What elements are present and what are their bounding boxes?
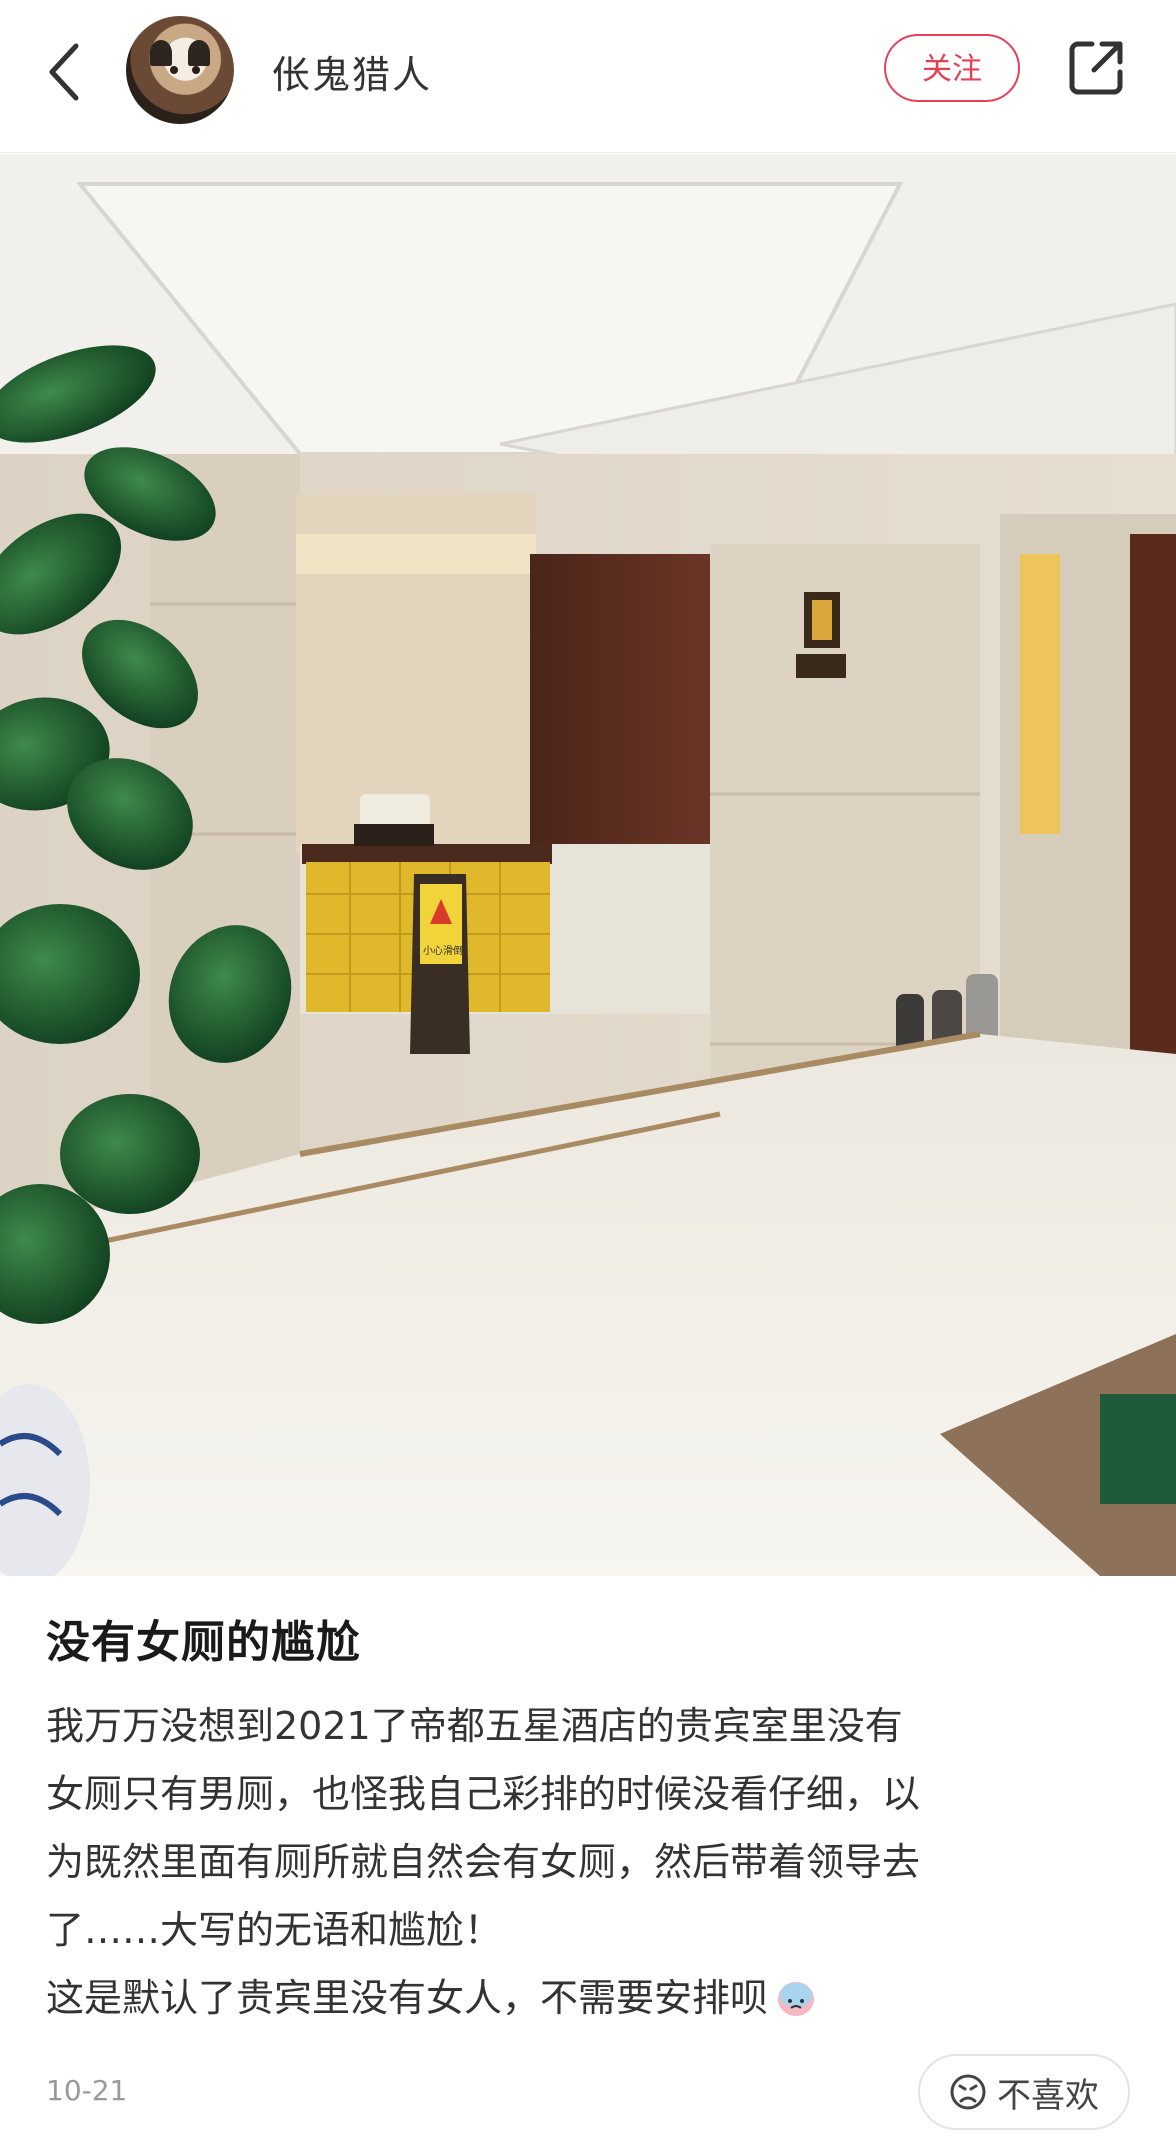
post-date: 10-21 — [46, 2074, 128, 2107]
post-photo[interactable]: 小心滑倒 — [0, 154, 1176, 1576]
post-title: 没有女厕的尴尬 — [46, 1617, 361, 1668]
dislike-label: 不喜欢 — [997, 2075, 1099, 2116]
caution-sign-text: 小心滑倒 — [423, 945, 463, 957]
username[interactable]: 伥鬼猎人 — [272, 44, 432, 99]
dislike-button[interactable]: 不喜欢 — [918, 2054, 1130, 2130]
post-body-text: 我万万没想到2021了帝都五星酒店的贵宾室里没有 女厕只有男厕，也怪我自己彩排的… — [46, 1704, 921, 2020]
back-button[interactable] — [38, 36, 90, 108]
top-bar: 伥鬼猎人 关注 — [0, 0, 1176, 153]
hotel-hallway-image: 小心滑倒 — [0, 154, 1176, 1576]
avatar[interactable] — [126, 16, 234, 124]
share-icon — [1069, 41, 1123, 95]
follow-button[interactable]: 关注 — [884, 34, 1020, 102]
share-button[interactable] — [1064, 36, 1128, 100]
post-body: 我万万没想到2021了帝都五星酒店的贵宾室里没有 女厕只有男厕，也怪我自己彩排的… — [46, 1692, 1136, 2032]
back-arrow-icon — [49, 43, 79, 101]
frown-face-icon — [950, 2074, 986, 2110]
sad-face-emoji-icon — [778, 1982, 815, 2016]
